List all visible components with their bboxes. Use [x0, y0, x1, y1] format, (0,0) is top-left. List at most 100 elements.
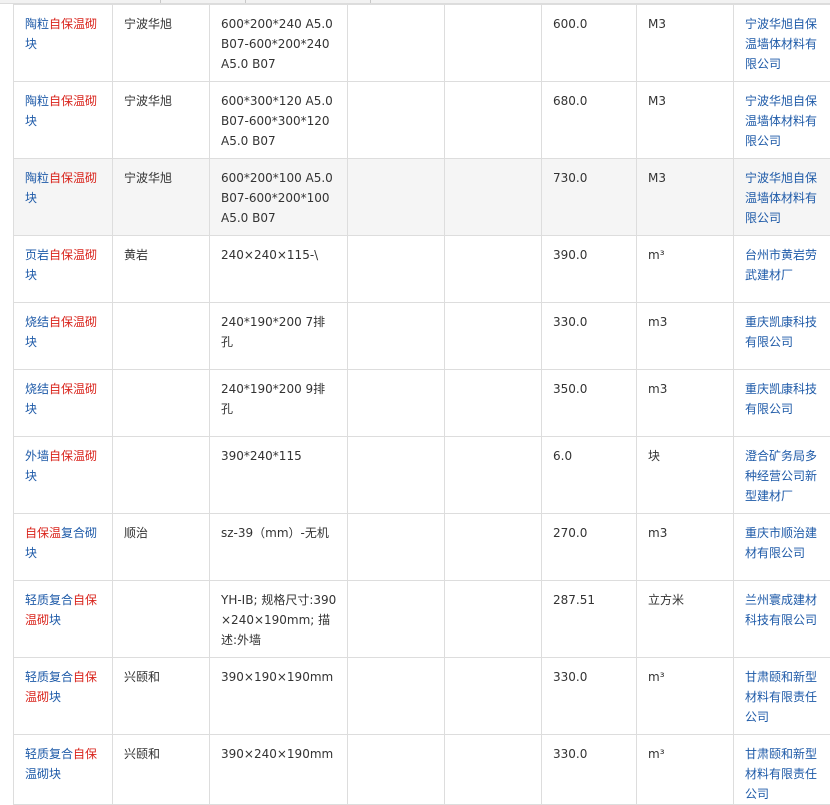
supplier-cell[interactable]: 重庆市顺治建材有限公司	[734, 514, 830, 581]
product-name-link[interactable]: 烧结自保温砌块	[25, 382, 97, 416]
product-name-cell: 自保温复合砌块	[14, 514, 113, 581]
product-name-link[interactable]: 陶粒自保温砌块	[25, 17, 97, 51]
spec-cell: 240*190*200 9排孔	[210, 370, 348, 437]
product-name-prefix: 页岩	[25, 248, 49, 262]
empty-cell	[445, 82, 542, 159]
price-cell: 287.51	[542, 581, 637, 658]
price-cell: 330.0	[542, 303, 637, 370]
spec-cell: YH-IB; 规格尺寸:390×240×190mm; 描述:外墙	[210, 581, 348, 658]
unit-cell: m3	[637, 303, 734, 370]
product-name-suffix: 温砌块	[25, 767, 61, 781]
brand-cell: 黄岩	[113, 236, 210, 303]
product-name-prefix: 轻质复合	[25, 747, 73, 761]
table-row: 烧结自保温砌块 240*190*200 9排孔 350.0 m3 重庆凯康科技有…	[14, 370, 830, 437]
price-cell: 270.0	[542, 514, 637, 581]
supplier-cell[interactable]: 澄合矿务局多种经营公司新型建材厂	[734, 437, 830, 514]
product-name-link[interactable]: 页岩自保温砌块	[25, 248, 97, 282]
product-name-suffix: 块	[25, 114, 37, 128]
product-name-prefix: 陶粒	[25, 171, 49, 185]
supplier-cell[interactable]: 宁波华旭自保温墙体材料有限公司	[734, 159, 830, 236]
supplier-cell[interactable]: 兰州寰成建材科技有限公司	[734, 581, 830, 658]
product-name-keyword: 自保	[73, 747, 97, 761]
price-cell: 600.0	[542, 5, 637, 82]
table-row: 轻质复合自保温砌块 YH-IB; 规格尺寸:390×240×190mm; 描述:…	[14, 581, 830, 658]
spec-cell: 390×190×190mm	[210, 658, 348, 735]
spec-cell: 600*300*120 A5.0 B07-600*300*120 A5.0 B0…	[210, 82, 348, 159]
brand-cell	[113, 370, 210, 437]
empty-cell	[445, 658, 542, 735]
supplier-cell[interactable]: 重庆凯康科技有限公司	[734, 303, 830, 370]
empty-cell	[348, 5, 445, 82]
product-name-keyword: 自保温砌	[49, 17, 97, 31]
empty-cell	[445, 303, 542, 370]
spec-cell: sz-39（mm）-无机	[210, 514, 348, 581]
product-name-cell: 外墙自保温砌块	[14, 437, 113, 514]
unit-cell: M3	[637, 5, 734, 82]
product-name-cell: 陶粒自保温砌块	[14, 5, 113, 82]
table-row: 页岩自保温砌块 黄岩 240×240×115-\ 390.0 m³ 台州市黄岩劳…	[14, 236, 830, 303]
product-name-link[interactable]: 烧结自保温砌块	[25, 315, 97, 349]
product-name-prefix: 轻质复合	[25, 593, 73, 607]
product-name-suffix: 块	[25, 37, 37, 51]
empty-cell	[445, 236, 542, 303]
empty-cell	[348, 514, 445, 581]
empty-cell	[445, 514, 542, 581]
empty-cell	[348, 658, 445, 735]
table-row: 陶粒自保温砌块 宁波华旭 600*200*100 A5.0 B07-600*20…	[14, 159, 830, 236]
product-name-prefix: 外墙	[25, 449, 49, 463]
product-name-link[interactable]: 轻质复合自保温砌块	[25, 670, 97, 704]
product-name-prefix: 轻质复合	[25, 670, 73, 684]
brand-cell: 兴颐和	[113, 658, 210, 735]
product-name-link[interactable]: 轻质复合自保温砌块	[25, 593, 97, 627]
product-name-link[interactable]: 轻质复合自保温砌块	[25, 747, 97, 781]
price-cell: 330.0	[542, 658, 637, 735]
empty-cell	[348, 303, 445, 370]
table-row: 轻质复合自保温砌块 兴颐和 390×190×190mm 330.0 m³ 甘肃颐…	[14, 658, 830, 735]
spec-cell: 600*200*100 A5.0 B07-600*200*100 A5.0 B0…	[210, 159, 348, 236]
unit-cell: 立方米	[637, 581, 734, 658]
product-name-keyword: 自保温砌	[49, 248, 97, 262]
supplier-cell[interactable]: 宁波华旭自保温墙体材料有限公司	[734, 82, 830, 159]
empty-cell	[445, 437, 542, 514]
product-name-cell: 轻质复合自保温砌块	[14, 658, 113, 735]
unit-cell: m³	[637, 658, 734, 735]
product-name-prefix: 烧结	[25, 382, 49, 396]
product-name-link[interactable]: 外墙自保温砌块	[25, 449, 97, 483]
spec-cell: 390*240*115	[210, 437, 348, 514]
unit-cell: m³	[637, 735, 734, 805]
product-name-cell: 陶粒自保温砌块	[14, 82, 113, 159]
unit-cell: m3	[637, 370, 734, 437]
empty-cell	[348, 82, 445, 159]
unit-cell: M3	[637, 159, 734, 236]
price-cell: 350.0	[542, 370, 637, 437]
price-cell: 390.0	[542, 236, 637, 303]
supplier-cell[interactable]: 宁波华旭自保温墙体材料有限公司	[734, 5, 830, 82]
product-name-keyword: 自保温砌	[49, 171, 97, 185]
price-cell: 730.0	[542, 159, 637, 236]
unit-cell: m3	[637, 514, 734, 581]
product-table: 陶粒自保温砌块 宁波华旭 600*200*240 A5.0 B07-600*20…	[13, 4, 830, 805]
empty-cell	[348, 437, 445, 514]
spec-cell: 240×240×115-\	[210, 236, 348, 303]
product-name-cell: 轻质复合自保温砌块	[14, 581, 113, 658]
tab-edge	[370, 0, 371, 3]
product-name-link[interactable]: 自保温复合砌块	[25, 526, 97, 560]
product-name-prefix: 陶粒	[25, 94, 49, 108]
supplier-cell[interactable]: 重庆凯康科技有限公司	[734, 370, 830, 437]
brand-cell: 顺治	[113, 514, 210, 581]
product-name-suffix: 块	[49, 690, 61, 704]
product-name-suffix: 块	[49, 613, 61, 627]
product-name-link[interactable]: 陶粒自保温砌块	[25, 94, 97, 128]
price-cell: 330.0	[542, 735, 637, 805]
table-row: 自保温复合砌块 顺治 sz-39（mm）-无机 270.0 m3 重庆市顺治建材…	[14, 514, 830, 581]
product-name-keyword: 自保温	[25, 526, 61, 540]
supplier-cell[interactable]: 甘肃颐和新型材料有限责任公司	[734, 658, 830, 735]
unit-cell: M3	[637, 82, 734, 159]
supplier-cell[interactable]: 台州市黄岩劳武建材厂	[734, 236, 830, 303]
product-name-keyword: 自保温砌	[49, 382, 97, 396]
supplier-cell[interactable]: 甘肃颐和新型材料有限责任公司	[734, 735, 830, 805]
brand-cell: 宁波华旭	[113, 82, 210, 159]
unit-cell: m³	[637, 236, 734, 303]
tab-edge	[160, 0, 161, 3]
product-name-link[interactable]: 陶粒自保温砌块	[25, 171, 97, 205]
